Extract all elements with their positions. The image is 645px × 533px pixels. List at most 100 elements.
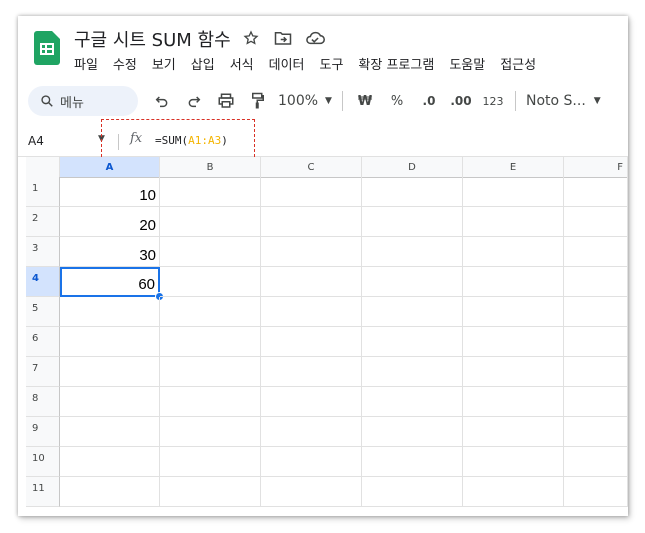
row-header-9[interactable]: 9: [26, 417, 60, 447]
redo-button[interactable]: [178, 87, 210, 115]
cell-c5[interactable]: [261, 297, 362, 327]
cell-f3[interactable]: [564, 237, 628, 267]
row-header-4[interactable]: 4: [26, 267, 60, 297]
cell-e2[interactable]: [463, 207, 564, 237]
cell-f11[interactable]: [564, 477, 628, 507]
column-header-c[interactable]: C: [261, 157, 362, 177]
cloud-status-icon[interactable]: [305, 28, 325, 48]
cell-d4[interactable]: [362, 267, 463, 297]
cell-e3[interactable]: [463, 237, 564, 267]
menu-view[interactable]: 보기: [152, 54, 176, 73]
cell-e7[interactable]: [463, 357, 564, 387]
cell-b11[interactable]: [160, 477, 261, 507]
cell-e1[interactable]: [463, 177, 564, 207]
cell-e10[interactable]: [463, 447, 564, 477]
cell-f7[interactable]: [564, 357, 628, 387]
cell-a6[interactable]: [60, 327, 160, 357]
cell-f8[interactable]: [564, 387, 628, 417]
cell-c9[interactable]: [261, 417, 362, 447]
cell-c3[interactable]: [261, 237, 362, 267]
cell-b9[interactable]: [160, 417, 261, 447]
cell-a11[interactable]: [60, 477, 160, 507]
cell-f6[interactable]: [564, 327, 628, 357]
column-header-d[interactable]: D: [362, 157, 463, 177]
cell-b1[interactable]: [160, 177, 261, 207]
menu-accessibility[interactable]: 접근성: [500, 54, 536, 73]
cell-e9[interactable]: [463, 417, 564, 447]
zoom-select[interactable]: 100% ▼: [274, 87, 336, 115]
font-select[interactable]: Noto S... ▼: [522, 87, 614, 115]
cell-b6[interactable]: [160, 327, 261, 357]
name-box[interactable]: A4: [28, 134, 44, 148]
decrease-decimal-button[interactable]: .0: [413, 87, 445, 115]
cell-f10[interactable]: [564, 447, 628, 477]
column-header-e[interactable]: E: [463, 157, 564, 177]
menu-format[interactable]: 서식: [230, 54, 254, 73]
cell-f4[interactable]: [564, 267, 628, 297]
row-header-8[interactable]: 8: [26, 387, 60, 417]
cell-d7[interactable]: [362, 357, 463, 387]
number-format-button[interactable]: 123: [477, 87, 509, 115]
cell-e11[interactable]: [463, 477, 564, 507]
row-header-5[interactable]: 5: [26, 297, 60, 327]
menu-file[interactable]: 파일: [74, 54, 98, 73]
cell-d11[interactable]: [362, 477, 463, 507]
row-header-1[interactable]: 1: [26, 177, 60, 207]
cell-d1[interactable]: [362, 177, 463, 207]
cell-c10[interactable]: [261, 447, 362, 477]
cell-f9[interactable]: [564, 417, 628, 447]
cell-a3[interactable]: 30: [60, 237, 160, 267]
cell-f5[interactable]: [564, 297, 628, 327]
percent-format-button[interactable]: %: [381, 87, 413, 115]
cell-c6[interactable]: [261, 327, 362, 357]
cell-a7[interactable]: [60, 357, 160, 387]
cell-f2[interactable]: [564, 207, 628, 237]
cell-d9[interactable]: [362, 417, 463, 447]
column-header-f[interactable]: F: [564, 157, 628, 177]
move-folder-icon[interactable]: [273, 28, 293, 48]
cell-b2[interactable]: [160, 207, 261, 237]
cell-a2[interactable]: 20: [60, 207, 160, 237]
sheets-logo-icon[interactable]: [34, 31, 60, 65]
cell-c7[interactable]: [261, 357, 362, 387]
cell-d2[interactable]: [362, 207, 463, 237]
menu-extensions[interactable]: 확장 프로그램: [358, 54, 434, 73]
menu-tools[interactable]: 도구: [320, 54, 344, 73]
cell-d10[interactable]: [362, 447, 463, 477]
cell-b3[interactable]: [160, 237, 261, 267]
cell-b5[interactable]: [160, 297, 261, 327]
star-icon[interactable]: [241, 28, 261, 48]
cell-a4[interactable]: 60: [60, 267, 160, 297]
column-header-b[interactable]: B: [160, 157, 261, 177]
row-header-2[interactable]: 2: [26, 207, 60, 237]
cell-d8[interactable]: [362, 387, 463, 417]
increase-decimal-button[interactable]: .00: [445, 87, 477, 115]
menu-help[interactable]: 도움말: [449, 54, 485, 73]
column-header-a[interactable]: A: [60, 157, 160, 177]
cell-e5[interactable]: [463, 297, 564, 327]
cell-b10[interactable]: [160, 447, 261, 477]
cell-e8[interactable]: [463, 387, 564, 417]
cell-c4[interactable]: [261, 267, 362, 297]
currency-format-button[interactable]: ₩: [349, 87, 381, 115]
row-header-3[interactable]: 3: [26, 237, 60, 267]
cell-b8[interactable]: [160, 387, 261, 417]
cell-d5[interactable]: [362, 297, 463, 327]
row-header-6[interactable]: 6: [26, 327, 60, 357]
cell-e4[interactable]: [463, 267, 564, 297]
cell-e6[interactable]: [463, 327, 564, 357]
paint-format-button[interactable]: [242, 87, 274, 115]
row-header-11[interactable]: 11: [26, 477, 60, 507]
undo-button[interactable]: [146, 87, 178, 115]
row-header-7[interactable]: 7: [26, 357, 60, 387]
row-header-10[interactable]: 10: [26, 447, 60, 477]
cell-a5[interactable]: [60, 297, 160, 327]
cell-a1[interactable]: 10: [60, 177, 160, 207]
document-title[interactable]: 구글 시트 SUM 함수: [74, 26, 231, 52]
cell-c11[interactable]: [261, 477, 362, 507]
menu-insert[interactable]: 삽입: [191, 54, 215, 73]
cell-a8[interactable]: [60, 387, 160, 417]
cell-f1[interactable]: [564, 177, 628, 207]
cell-c2[interactable]: [261, 207, 362, 237]
cell-d3[interactable]: [362, 237, 463, 267]
